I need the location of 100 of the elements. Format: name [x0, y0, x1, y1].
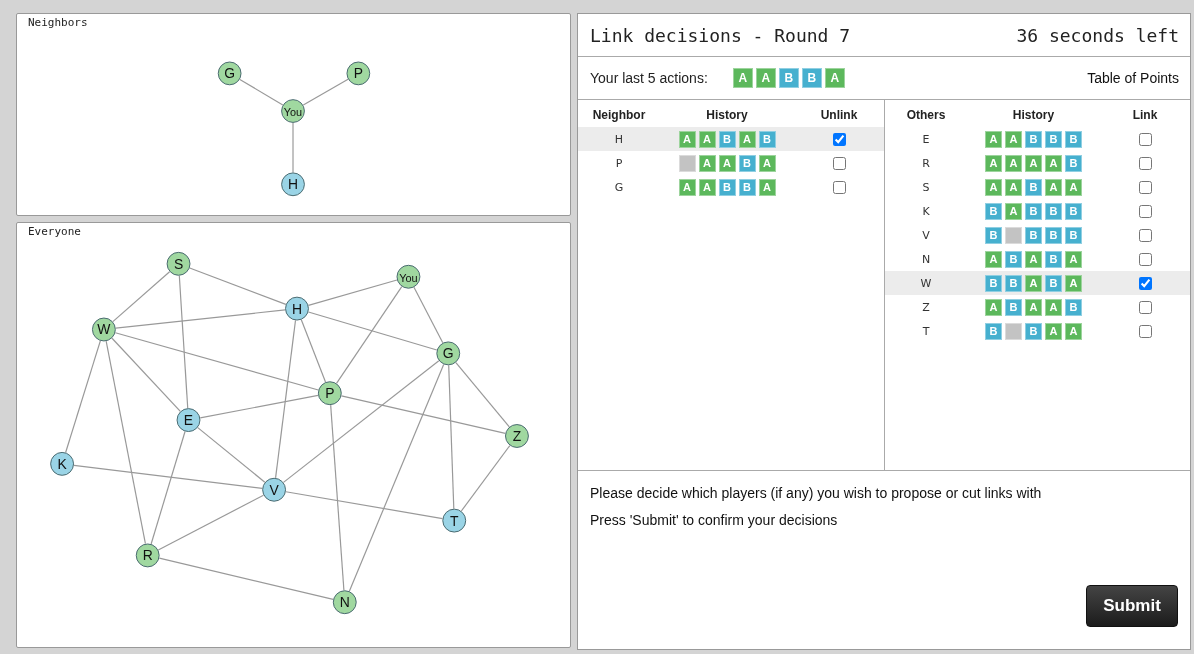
action-badge: B	[985, 202, 1002, 220]
graph-node: K	[50, 451, 75, 476]
instruction-text: Press 'Submit' to confirm your decisions	[590, 512, 839, 528]
action-badge: B	[738, 154, 756, 172]
link-checkbox[interactable]	[832, 132, 846, 146]
action-badge: B	[1025, 178, 1042, 196]
player-name: E	[922, 132, 930, 146]
link-checkbox[interactable]	[1138, 300, 1152, 314]
action-badge: A	[698, 178, 716, 196]
action-badge: B	[1005, 298, 1022, 316]
graph-node: G	[436, 341, 461, 366]
action-badge: A	[1065, 178, 1082, 196]
action-badge: A	[758, 178, 776, 196]
graph-node: N	[332, 590, 357, 615]
action-badge: B	[1005, 250, 1022, 268]
action-badge: B	[1065, 130, 1082, 148]
action-badge: A	[824, 68, 845, 88]
action-badge: A	[718, 154, 736, 172]
link-checkbox[interactable]	[832, 156, 846, 170]
action-badge: A	[1025, 274, 1042, 292]
action-badge: B	[985, 226, 1002, 244]
action-badge: A	[1005, 130, 1022, 148]
link-checkbox[interactable]	[1138, 132, 1152, 146]
action-badge: A	[732, 68, 753, 88]
panel-title: Neighbors	[28, 16, 88, 29]
action-badge: B	[1065, 154, 1082, 172]
action-badge: A	[1065, 250, 1082, 268]
action-badge: A	[1045, 298, 1062, 316]
graph-node: P	[346, 61, 371, 86]
action-badge: B	[985, 322, 1002, 340]
action-badge: B	[1065, 226, 1082, 244]
link-checkbox[interactable]	[1138, 228, 1152, 242]
action-badge: B	[1045, 130, 1062, 148]
action-badge: B	[1065, 298, 1082, 316]
action-badge: A	[985, 154, 1002, 172]
action-badge: A	[1045, 322, 1062, 340]
action-badge: A	[985, 130, 1002, 148]
action-badge: B	[1005, 274, 1022, 292]
player-name: T	[922, 324, 930, 338]
action-badge: A	[1025, 250, 1042, 268]
action-badge: B	[718, 178, 736, 196]
link-checkbox[interactable]	[1138, 204, 1152, 218]
column-header: History	[1012, 108, 1055, 122]
action-badge: B	[1045, 250, 1062, 268]
action-badge: A	[755, 68, 776, 88]
graph-node: V	[262, 477, 287, 502]
points-table-link[interactable]: Table of Points	[1087, 70, 1179, 86]
player-name: S	[922, 180, 930, 194]
action-badge: A	[738, 130, 756, 148]
action-badge: A	[985, 298, 1002, 316]
action-badge: A	[678, 130, 696, 148]
round-title: Link decisions - Round 7	[590, 24, 851, 46]
player-name: H	[614, 132, 624, 146]
player-name: Z	[922, 300, 930, 314]
action-badge: B	[1025, 322, 1042, 340]
action-badge: A	[678, 178, 696, 196]
graph-node: T	[442, 508, 467, 533]
action-badge: B	[1025, 202, 1042, 220]
action-badge: B	[758, 130, 776, 148]
action-badge: A	[1065, 322, 1082, 340]
action-badge: A	[1005, 154, 1022, 172]
action-badge: A	[1025, 154, 1042, 172]
graph-edge	[302, 78, 349, 106]
action-badge: A	[985, 178, 1002, 196]
link-checkbox[interactable]	[832, 180, 846, 194]
graph-node: G	[217, 61, 242, 86]
action-badge: B	[1025, 226, 1042, 244]
graph-node: Z	[505, 424, 529, 448]
graph-edge	[460, 445, 511, 512]
action-badge: A	[698, 130, 716, 148]
link-checkbox[interactable]	[1138, 252, 1152, 266]
actions-label: Your last 5 actions:	[590, 70, 708, 86]
action-badge: A	[1045, 154, 1062, 172]
action-badge: A	[1045, 178, 1062, 196]
link-checkbox[interactable]	[1138, 276, 1152, 290]
column-header: Link	[1132, 108, 1158, 122]
action-badge: A	[698, 154, 716, 172]
column-header: Unlink	[820, 108, 858, 122]
column-header: History	[706, 108, 748, 122]
action-badge: B	[738, 178, 756, 196]
graph-node: H	[281, 172, 305, 197]
submit-button[interactable]: Submit	[1086, 585, 1178, 627]
graph-node: You	[281, 99, 305, 123]
graph-node: W	[91, 317, 116, 342]
instruction-text: Please decide which players (if any) you wish to propose or cut links with	[590, 485, 1043, 501]
action-badge: B	[1045, 226, 1062, 244]
action-badge: A	[1025, 298, 1042, 316]
link-checkbox[interactable]	[1138, 156, 1152, 170]
action-badge: A	[985, 250, 1002, 268]
player-name: W	[920, 276, 932, 290]
action-badge: B	[801, 68, 822, 88]
link-checkbox[interactable]	[1138, 324, 1152, 338]
graph-node: S	[166, 251, 191, 276]
column-header: Others	[906, 108, 946, 122]
player-name: N	[921, 252, 931, 266]
player-name: G	[614, 180, 624, 194]
graph-node: H	[285, 296, 309, 321]
link-checkbox[interactable]	[1138, 180, 1152, 194]
column-header: Neighbor	[592, 108, 646, 122]
graph-node: P	[317, 381, 342, 406]
